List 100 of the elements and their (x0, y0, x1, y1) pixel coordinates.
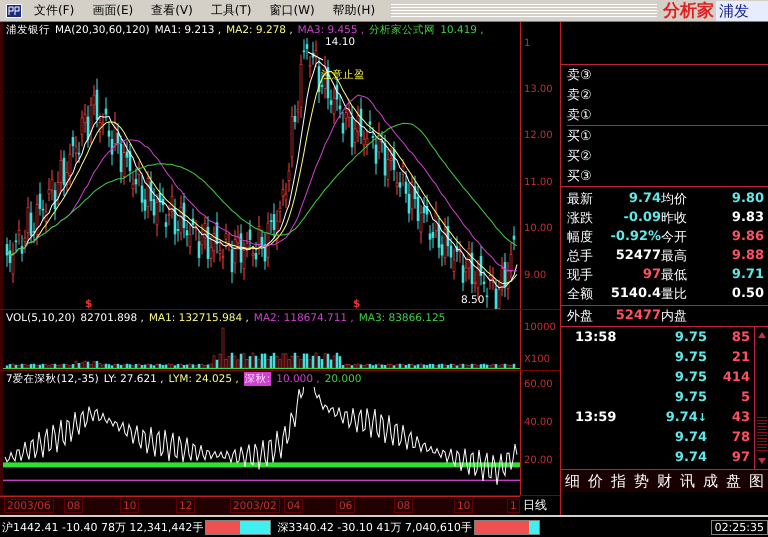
app-logo: 分析家 (662, 0, 715, 22)
tick-price: 9.74 (674, 430, 707, 444)
signal-mark: $ (353, 298, 360, 310)
quote-value: 52477 (614, 308, 661, 323)
quote-value: 9.88 (730, 248, 764, 263)
date-label: 10 (454, 499, 474, 513)
legend-text: 7爱在深秋(12,-35) (6, 372, 99, 386)
tick-volume: 85 (730, 330, 751, 344)
quote-value: 9.71 (730, 267, 764, 282)
legend-text: 分析家公式网 (369, 23, 436, 37)
quote-label: 全额 (567, 286, 594, 302)
tick-volume: 414 (722, 370, 751, 384)
order-level-label: 买② (567, 148, 592, 165)
quote-label: 总手 (567, 248, 594, 264)
quote-value: 9.74 (628, 191, 661, 206)
menu-item[interactable]: 画面(E) (86, 2, 146, 19)
tick-price: 9.75 (674, 330, 707, 344)
legend-text: MA3: 9.455 , (298, 24, 364, 36)
axis-label: 11.00 (524, 177, 553, 188)
quote-label: 最新 (567, 190, 594, 208)
axis-label: 60.00 (524, 379, 553, 390)
legend-text: 深秋: (244, 372, 272, 386)
legend-text: MA3: 83866.125 (358, 312, 446, 324)
quote-value: 9.80 (730, 191, 764, 206)
order-level-label: 卖③ (567, 67, 592, 84)
menu-item[interactable]: 查看(V) (145, 2, 205, 19)
menu-item[interactable]: 帮助(H) (326, 2, 388, 19)
signal-mark: $ (85, 298, 92, 310)
quote-label: 最高 (661, 248, 688, 264)
legend-text: MA2: 9.278 , (226, 24, 293, 36)
axis-label: 10000 (524, 322, 556, 333)
panel-tab[interactable]: 指 (609, 472, 628, 490)
axis-label: 20.00 (524, 455, 553, 466)
date-label: 2003/02 (230, 499, 280, 513)
quote-value: 52477 (614, 248, 661, 263)
menu-item[interactable]: 窗口(W) (264, 2, 327, 19)
legend-text: 82701.898 , (80, 312, 144, 324)
tick-price: 9.75 (674, 370, 707, 384)
order-level-label: 卖① (567, 107, 592, 124)
legend-text: MA2: 118674.711 , (254, 312, 354, 324)
legend-text: LYM: 24.025 , (168, 373, 239, 385)
date-label: 2003/06 (4, 499, 54, 513)
quote-value: 97 (642, 267, 661, 282)
index-quote: 沪1442.41 -10.40 78万 12,341,442手 (1, 520, 204, 534)
stock-tab[interactable]: 浦发 (716, 0, 768, 20)
quote-label: 外盘 (567, 308, 594, 324)
date-label: 08 (394, 499, 414, 513)
date-label: 10 (120, 499, 140, 513)
price-label: 8.50 (461, 294, 484, 306)
tick-price: 9.75 (674, 350, 707, 364)
axis-label: 40.00 (524, 417, 553, 428)
panel-tab[interactable]: 价 (586, 472, 605, 490)
date-label: 12 (176, 499, 196, 513)
axis-label: 12.00 (524, 130, 553, 141)
legend-text: 10.000 , (276, 373, 320, 385)
quote-value: -0.09 (622, 210, 661, 225)
legend-text: MA(20,30,60,120) (55, 24, 150, 36)
date-label: 06 (336, 499, 356, 513)
legend-text: 10.419 , (440, 24, 484, 36)
axis-label: X100 (524, 354, 550, 365)
quote-value: 9.83 (730, 210, 764, 225)
menu-item[interactable]: 工具(T) (204, 2, 264, 19)
tick-volume: 5 (740, 390, 751, 404)
legend-text: 20.000 (324, 373, 362, 385)
legend-text: MA1: 9.213 , (154, 24, 222, 36)
clock-time: 02:25:35 (710, 520, 768, 534)
menu-item[interactable]: 文件(F) (28, 2, 86, 19)
panel-tab[interactable]: 盘 (724, 472, 743, 490)
quote-value: -0.92% (610, 229, 661, 244)
legend-text: 浦发银行 (6, 23, 50, 37)
axis-label: 1 (524, 38, 530, 49)
quote-value: 9.86 (730, 229, 764, 244)
down-arrow-icon: ↓ (698, 410, 707, 424)
panel-tab[interactable]: 细 (563, 472, 582, 490)
quote-label: 昨收 (661, 210, 688, 226)
axis-label: 10.00 (524, 223, 553, 234)
panel-tab[interactable]: 讯 (678, 472, 697, 490)
tick-volume: 97 (730, 450, 751, 464)
legend-text: LY: 27.621 , (104, 373, 164, 385)
tick-time: 13:58 (575, 330, 618, 344)
panel-tab[interactable]: 势 (632, 472, 651, 490)
date-label: 1 (507, 499, 520, 513)
quote-label: 量比 (661, 286, 688, 302)
period-label[interactable]: 日线 (520, 496, 550, 515)
order-level-label: 买③ (567, 168, 592, 185)
quote-label: 幅度 (567, 228, 594, 246)
price-label: 14.10 (325, 36, 356, 48)
axis-label: 9.00 (524, 270, 546, 281)
quote-value: 5140.4 (610, 286, 661, 301)
panel-tab[interactable]: 成 (701, 472, 720, 490)
quote-label: 均价 (661, 190, 688, 208)
tick-price: 9.74 (666, 410, 698, 424)
panel-tab[interactable]: 财 (655, 472, 674, 490)
panel-tab[interactable]: 图 (747, 472, 766, 490)
index-quote: 深3340.42 -30.10 41万 7,040,610手 (276, 520, 473, 534)
tick-volume: 78 (730, 430, 751, 444)
quote-label: 现手 (567, 266, 594, 284)
quote-label: 今开 (661, 228, 688, 246)
legend-text: VOL(5,10,20) (6, 312, 76, 324)
legend-text: MA1: 132715.984 , (148, 312, 249, 324)
